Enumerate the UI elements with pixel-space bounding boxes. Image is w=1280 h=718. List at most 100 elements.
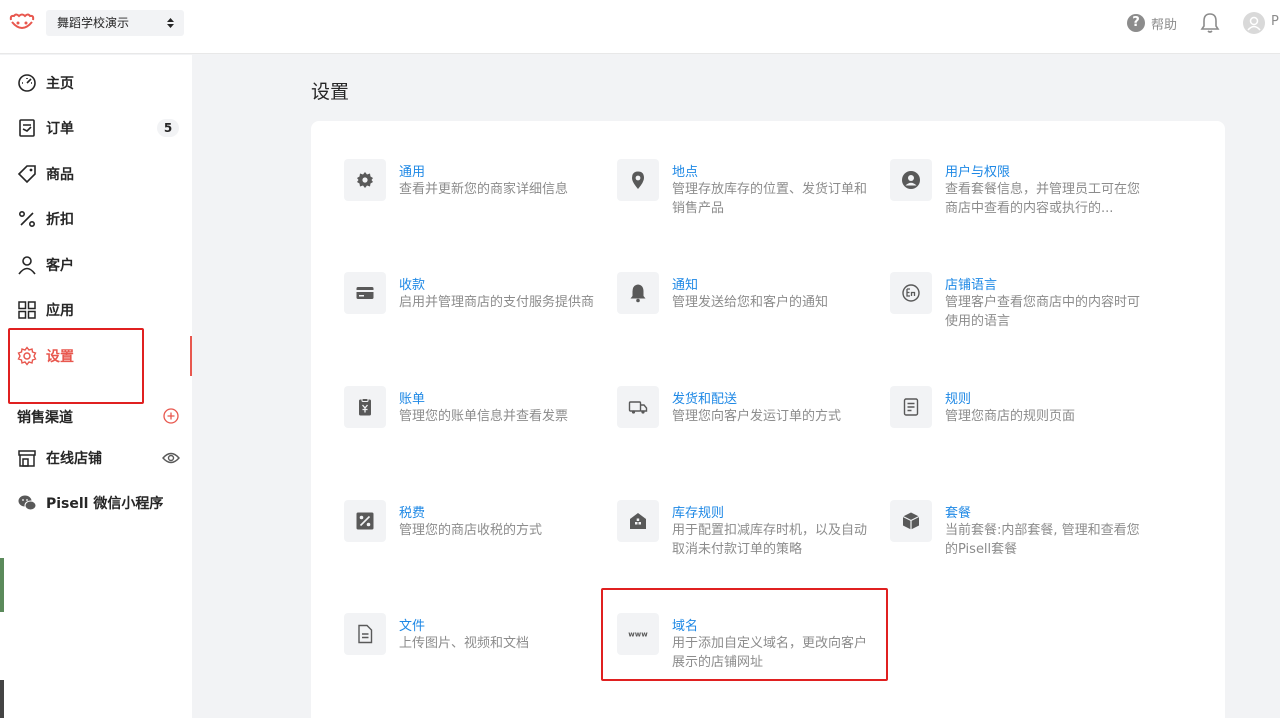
package-icon — [902, 512, 920, 530]
tile-icon-box — [617, 386, 659, 428]
left-edge-strip-bottom — [0, 680, 4, 718]
tile-icon-box — [344, 500, 386, 542]
settings-tile-inventory-rules[interactable]: 库存规则 用于配置扣减库存时机，以及自动取消未付款订单的策略 — [617, 500, 877, 580]
tile-icon-box — [890, 500, 932, 542]
tile-description: 管理存放库存的位置、发货订单和销售产品 — [672, 182, 868, 216]
location-icon — [632, 171, 644, 189]
tile-title: 用户与权限 — [945, 165, 1011, 180]
page-title: 设置 — [311, 81, 350, 103]
sidebar-item-label: 主页 — [46, 76, 74, 92]
tile-description: 当前套餐:内部套餐, 管理和查看您的Pisell套餐 — [945, 523, 1140, 557]
highlight-box-domains — [601, 588, 888, 681]
tag-icon — [17, 165, 36, 184]
tile-title: 通用 — [399, 165, 426, 180]
orders-count-badge: 5 — [157, 119, 179, 137]
sidebar-item-discounts[interactable]: 折扣 — [0, 199, 192, 239]
select-caret-icon — [167, 18, 174, 28]
file-icon — [358, 624, 373, 644]
avatar-person-icon — [1247, 16, 1261, 31]
sidebar-item-label: 订单 — [46, 121, 74, 137]
tile-icon-box — [344, 272, 386, 314]
tile-icon-box — [344, 159, 386, 201]
notification-bell-icon[interactable] — [1200, 12, 1220, 34]
tile-icon-box — [890, 159, 932, 201]
settings-tile-users-permissions[interactable]: 用户与权限 查看套餐信息，并管理员工可在您商店中查看的内容或执行的... — [890, 159, 1150, 239]
tile-description: 管理客户查看您商店中的内容时可使用的语言 — [945, 295, 1141, 329]
gear-icon — [357, 172, 373, 188]
tile-title: 文件 — [399, 619, 426, 634]
warehouse-icon — [630, 513, 646, 529]
tile-description: 查看套餐信息，并管理员工可在您商店中查看的内容或执行的... — [945, 182, 1141, 216]
credit-card-icon — [356, 287, 374, 299]
tile-description: 管理您向客户发运订单的方式 — [672, 409, 842, 424]
avatar-letter: P — [1271, 14, 1279, 29]
settings-tile-taxes[interactable]: 税费 管理您的商店收税的方式 — [344, 500, 604, 580]
settings-tile-rules[interactable]: 规则 管理您商店的规则页面 — [890, 386, 1150, 466]
rules-icon — [903, 398, 919, 416]
help-label: 帮助 — [1151, 17, 1178, 33]
tax-icon — [356, 512, 374, 530]
user-icon — [18, 256, 36, 275]
sidebar-item-online-store[interactable]: 在线店铺 — [0, 438, 192, 478]
sidebar-item-label: 商品 — [46, 167, 74, 183]
tile-title: 地点 — [672, 165, 699, 180]
user-avatar[interactable] — [1243, 12, 1265, 34]
store-icon — [18, 450, 36, 467]
sidebar-item-apps[interactable]: 应用 — [0, 290, 192, 330]
sidebar-item-orders[interactable]: 订单 5 — [0, 108, 192, 148]
settings-tile-locations[interactable]: 地点 管理存放库存的位置、发货订单和销售产品 — [617, 159, 877, 239]
store-name: 舞蹈学校演示 — [57, 16, 130, 30]
left-edge-strip — [0, 558, 4, 612]
tile-description: 上传图片、视频和文档 — [399, 636, 530, 651]
tile-title: 库存规则 — [672, 506, 725, 521]
settings-tile-general[interactable]: 通用 查看并更新您的商家详细信息 — [344, 159, 604, 239]
sidebar-item-label: 客户 — [46, 258, 74, 274]
dashboard-icon — [18, 74, 36, 92]
tile-description: 启用并管理商店的支付服务提供商 — [399, 295, 595, 310]
tile-title: 收款 — [399, 278, 426, 293]
tile-icon-box — [890, 386, 932, 428]
tile-icon-box — [890, 272, 932, 314]
sidebar-item-products[interactable]: 商品 — [0, 154, 192, 194]
help-button[interactable]: ? 帮助 — [1127, 13, 1177, 33]
tile-description: 管理您的账单信息并查看发票 — [399, 409, 569, 424]
sidebar-item-wechat-miniprogram[interactable]: Pisell 微信小程序 — [0, 483, 192, 523]
tile-title: 账单 — [399, 392, 426, 407]
add-channel-icon[interactable] — [163, 408, 179, 424]
tile-description: 管理您商店的规则页面 — [945, 409, 1076, 424]
tile-title: 通知 — [672, 278, 699, 293]
eye-icon[interactable] — [162, 451, 180, 465]
settings-tile-store-language[interactable]: 店铺语言 管理客户查看您商店中的内容时可使用的语言 — [890, 272, 1150, 352]
tile-description: 管理您的商店收税的方式 — [399, 523, 543, 538]
tile-description: 管理发送给您和客户的通知 — [672, 295, 829, 310]
top-header: 舞蹈学校演示 ? 帮助 P — [0, 0, 1280, 54]
wechat-icon — [18, 495, 37, 511]
highlight-box-settings — [8, 328, 144, 404]
tile-icon-box — [344, 613, 386, 655]
sidebar-item-label: 在线店铺 — [46, 451, 102, 467]
truck-icon — [628, 401, 648, 414]
orders-icon — [19, 119, 35, 137]
tile-title: 套餐 — [945, 506, 972, 521]
language-icon — [902, 284, 920, 302]
settings-tile-files[interactable]: 文件 上传图片、视频和文档 — [344, 613, 604, 693]
tile-icon-box — [617, 272, 659, 314]
active-indicator — [190, 336, 192, 376]
user-circle-icon — [902, 171, 920, 189]
store-select[interactable]: 舞蹈学校演示 — [46, 10, 184, 36]
settings-tile-notifications[interactable]: 通知 管理发送给您和客户的通知 — [617, 272, 877, 352]
settings-tile-shipping[interactable]: 发货和配送 管理您向客户发运订单的方式 — [617, 386, 877, 466]
apps-icon — [18, 301, 36, 319]
settings-tile-plan[interactable]: 套餐 当前套餐:内部套餐, 管理和查看您的Pisell套餐 — [890, 500, 1150, 580]
help-icon: ? — [1127, 14, 1145, 32]
tile-title: 店铺语言 — [945, 278, 998, 293]
tile-title: 税费 — [399, 506, 426, 521]
sidebar-item-customers[interactable]: 客户 — [0, 245, 192, 285]
settings-tile-payments[interactable]: 收款 启用并管理商店的支付服务提供商 — [344, 272, 604, 352]
logo-icon[interactable] — [8, 12, 36, 34]
tile-icon-box — [617, 159, 659, 201]
settings-tile-billing[interactable]: 账单 管理您的账单信息并查看发票 — [344, 386, 604, 466]
sidebar-item-home[interactable]: 主页 — [0, 63, 192, 103]
tile-description: 查看并更新您的商家详细信息 — [399, 182, 569, 197]
sales-channels-title: 销售渠道 — [17, 410, 73, 426]
